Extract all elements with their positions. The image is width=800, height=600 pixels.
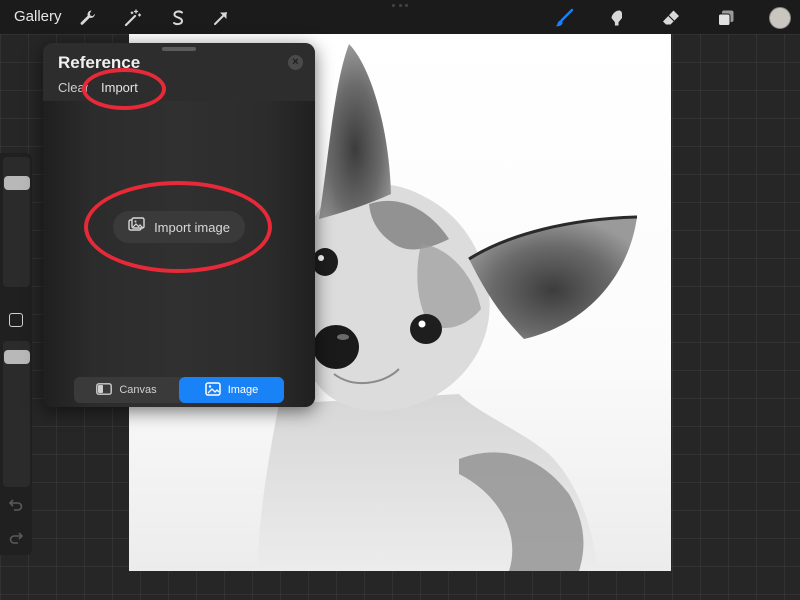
reference-panel: Reference × Clear Import Import image Ca… — [43, 43, 315, 407]
smudge-icon[interactable] — [607, 8, 627, 28]
import-image-label: Import image — [154, 219, 230, 235]
close-button[interactable]: × — [288, 55, 303, 70]
top-toolbar: Gallery — [0, 0, 800, 34]
panel-title: Reference — [58, 53, 141, 72]
import-image-button[interactable]: Import image — [113, 211, 245, 243]
panel-drag-handle[interactable] — [162, 47, 196, 51]
wrench-icon[interactable] — [78, 8, 98, 28]
eraser-icon[interactable] — [661, 8, 681, 28]
gallery-button[interactable]: Gallery — [14, 8, 62, 25]
color-picker-swatch[interactable] — [769, 7, 791, 29]
left-sidebar — [0, 153, 32, 555]
clear-button[interactable]: Clear — [58, 80, 88, 95]
reference-panel-header: Reference × Clear Import — [43, 43, 315, 101]
magic-wand-icon[interactable] — [122, 8, 142, 28]
photo-icon — [128, 216, 146, 238]
image-icon — [204, 381, 221, 399]
layers-icon[interactable] — [716, 8, 736, 28]
canvas-icon — [96, 382, 113, 398]
canvas-segment[interactable]: Canvas — [74, 377, 179, 403]
reference-mode-segmented-control: Canvas Image — [74, 377, 284, 403]
image-segment[interactable]: Image — [179, 377, 284, 403]
modify-button[interactable] — [9, 313, 23, 327]
canvas-segment-label: Canvas — [119, 384, 157, 396]
redo-icon[interactable] — [8, 529, 24, 545]
opacity-thumb[interactable] — [4, 350, 30, 365]
toolbar-grabber — [392, 4, 408, 8]
import-button[interactable]: Import — [101, 80, 138, 95]
reference-preview-area: Import image Canvas Image — [43, 101, 315, 407]
selection-icon[interactable] — [168, 8, 188, 28]
brush-size-thumb[interactable] — [4, 175, 30, 190]
undo-icon[interactable] — [8, 496, 24, 512]
transform-arrow-icon[interactable] — [211, 8, 231, 28]
brush-icon[interactable] — [554, 8, 574, 28]
image-segment-label: Image — [227, 384, 259, 396]
